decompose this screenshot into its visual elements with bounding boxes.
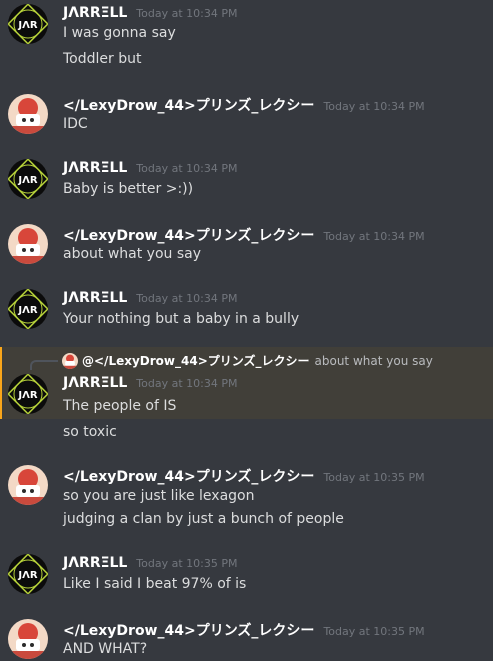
message-text: Your nothing but a baby in a bully xyxy=(63,311,300,327)
message-header: JΛRRΞLL Today at 10:34 PM xyxy=(63,290,237,306)
timestamp[interactable]: Today at 10:34 PM xyxy=(136,7,237,20)
lexy-avatar-icon xyxy=(8,465,48,505)
avatar-lexy[interactable] xyxy=(8,224,48,264)
username[interactable]: </LexyDrow_44>プリンズ_レクシー xyxy=(63,228,314,244)
lexy-avatar-icon xyxy=(8,619,48,659)
message-header: JΛRRΞLL Today at 10:34 PM xyxy=(63,160,237,176)
avatar-text: JΛR xyxy=(17,390,37,401)
reply-text[interactable]: about what you say xyxy=(315,354,433,368)
jarrell-avatar-icon: JΛR xyxy=(8,554,48,594)
avatar-jarrell[interactable]: JΛR xyxy=(8,554,48,594)
avatar-jarrell[interactable]: JΛR xyxy=(8,374,48,414)
lexy-avatar-icon xyxy=(8,224,48,264)
jarrell-avatar-icon: JΛR xyxy=(8,159,48,199)
avatar-lexy[interactable] xyxy=(8,619,48,659)
username[interactable]: </LexyDrow_44>プリンズ_レクシー xyxy=(63,469,314,485)
avatar-jarrell[interactable]: JΛR xyxy=(8,289,48,329)
avatar-text: JΛR xyxy=(17,570,37,581)
timestamp[interactable]: Today at 10:35 PM xyxy=(323,471,424,484)
username[interactable]: JΛRRΞLL xyxy=(63,290,127,306)
message-text: Baby is better >:)) xyxy=(63,181,194,197)
message-header: </LexyDrow_44>プリンズ_レクシー Today at 10:34 PM xyxy=(63,95,425,115)
message-text: IDC xyxy=(63,116,88,132)
jarrell-avatar-icon: JΛR xyxy=(8,289,48,329)
message-header: JΛRRΞLL Today at 10:34 PM xyxy=(63,375,237,391)
avatar-text: JΛR xyxy=(17,20,37,31)
username[interactable]: JΛRRΞLL xyxy=(63,5,127,21)
avatar-jarrell[interactable]: JΛR xyxy=(8,159,48,199)
reply-author[interactable]: @</LexyDrow_44>プリンズ_レクシー xyxy=(82,352,310,369)
avatar-jarrell[interactable]: JΛR xyxy=(8,4,48,44)
username[interactable]: </LexyDrow_44>プリンズ_レクシー xyxy=(63,623,314,639)
username[interactable]: </LexyDrow_44>プリンズ_レクシー xyxy=(63,98,314,114)
reply-spine xyxy=(30,360,58,370)
message-header: </LexyDrow_44>プリンズ_レクシー Today at 10:35 PM xyxy=(63,466,425,486)
avatar-lexy[interactable] xyxy=(8,465,48,505)
message-text: Like I said I beat 97% of is xyxy=(63,576,247,592)
username[interactable]: JΛRRΞLL xyxy=(63,375,127,391)
timestamp[interactable]: Today at 10:34 PM xyxy=(136,292,237,305)
username[interactable]: JΛRRΞLL xyxy=(63,160,127,176)
avatar-lexy[interactable] xyxy=(8,94,48,134)
username[interactable]: JΛRRΞLL xyxy=(63,555,127,571)
message-text: so you are just like lexagon xyxy=(63,488,255,504)
avatar-text: JΛR xyxy=(17,305,37,316)
message-text: about what you say xyxy=(63,246,202,262)
message-text: so toxic xyxy=(63,424,117,440)
reply-avatar xyxy=(62,352,78,369)
lexy-avatar-icon xyxy=(62,352,78,369)
jarrell-avatar-icon: JΛR xyxy=(8,4,48,44)
message-header: JΛRRΞLL Today at 10:34 PM xyxy=(63,5,237,21)
lexy-avatar-icon xyxy=(8,94,48,134)
timestamp[interactable]: Today at 10:34 PM xyxy=(136,377,237,390)
timestamp[interactable]: Today at 10:34 PM xyxy=(323,230,424,243)
jarrell-avatar-icon: JΛR xyxy=(8,374,48,414)
message-header: JΛRRΞLL Today at 10:35 PM xyxy=(63,555,237,571)
message-text: The people of IS xyxy=(63,398,177,414)
message-text: judging a clan by just a bunch of people xyxy=(63,511,344,527)
timestamp[interactable]: Today at 10:34 PM xyxy=(136,162,237,175)
timestamp[interactable]: Today at 10:34 PM xyxy=(323,100,424,113)
avatar-text: JΛR xyxy=(17,175,37,186)
message-text: AND WHAT? xyxy=(63,641,148,657)
message-text: I was gonna say xyxy=(63,25,176,41)
message-text: Toddler but xyxy=(63,51,142,67)
reply-reference[interactable]: @</LexyDrow_44>プリンズ_レクシー about what you … xyxy=(62,352,433,369)
message-header: </LexyDrow_44>プリンズ_レクシー Today at 10:34 PM xyxy=(63,225,425,245)
timestamp[interactable]: Today at 10:35 PM xyxy=(323,625,424,638)
timestamp[interactable]: Today at 10:35 PM xyxy=(136,557,237,570)
message-header: </LexyDrow_44>プリンズ_レクシー Today at 10:35 PM xyxy=(63,620,425,640)
